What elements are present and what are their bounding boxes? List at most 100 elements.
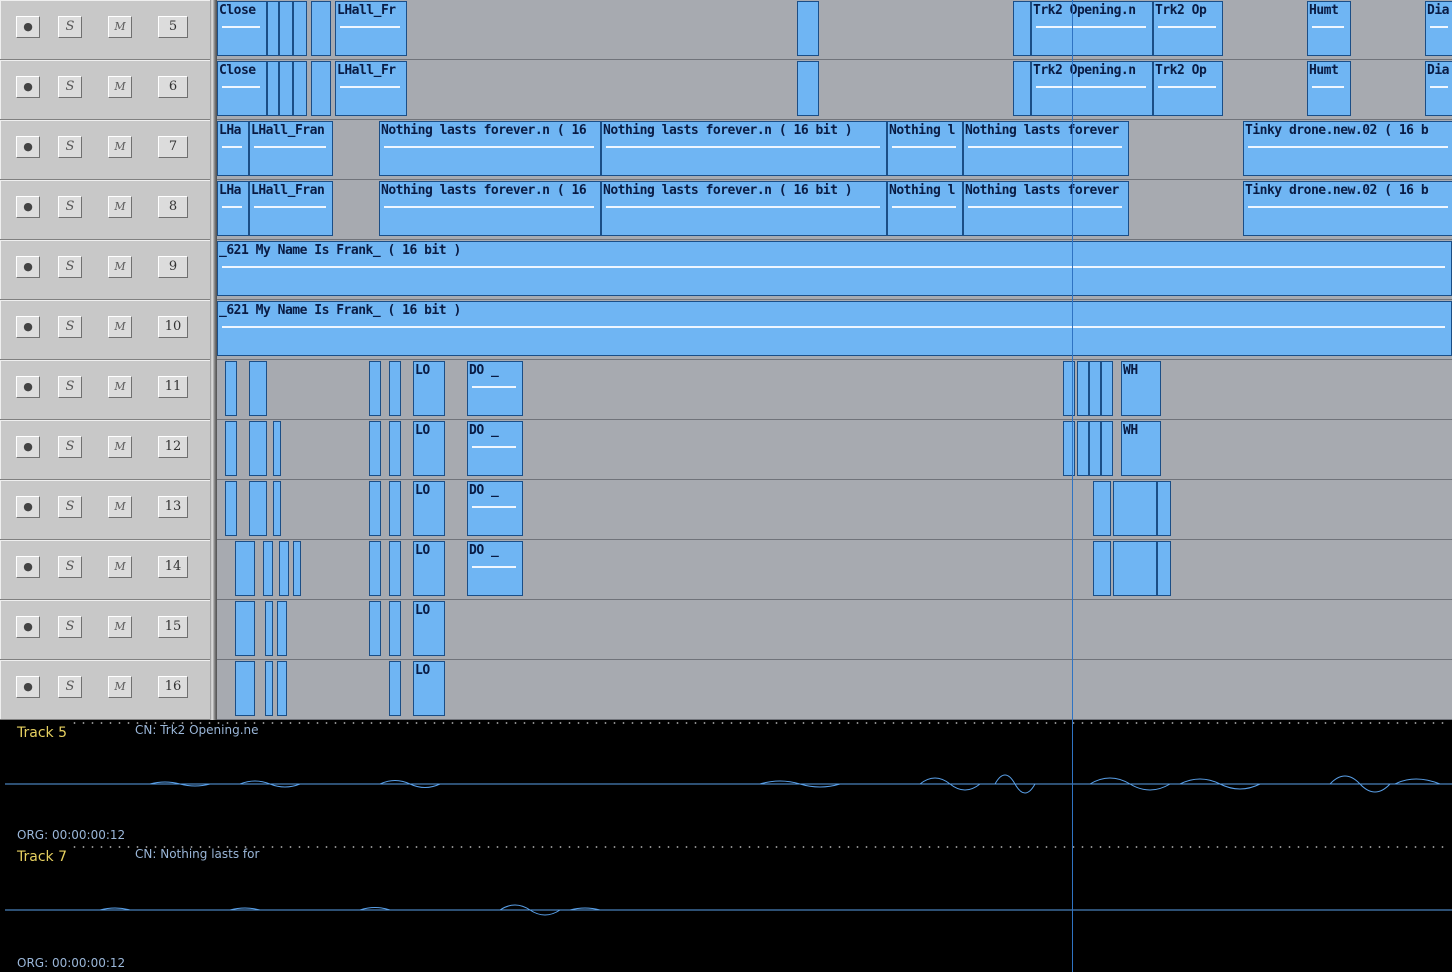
audio-clip[interactable]	[249, 421, 267, 476]
track-number[interactable]: 9	[158, 256, 188, 278]
audio-clip[interactable]: Nothing lasts forever.n ( 16	[379, 121, 601, 176]
audio-clip[interactable]	[369, 481, 381, 536]
audio-clip[interactable]	[389, 541, 401, 596]
audio-clip[interactable]: LO	[413, 541, 445, 596]
audio-clip[interactable]: DO _	[467, 361, 523, 416]
audio-clip[interactable]	[1077, 421, 1089, 476]
audio-clip[interactable]	[279, 541, 289, 596]
audio-clip[interactable]	[293, 1, 307, 56]
audio-clip[interactable]	[369, 541, 381, 596]
audio-clip[interactable]: LHa	[217, 181, 249, 236]
audio-clip[interactable]	[249, 481, 267, 536]
track-number[interactable]: 12	[158, 436, 188, 458]
audio-clip[interactable]	[1077, 361, 1089, 416]
audio-clip[interactable]: Nothing lasts forever	[963, 181, 1129, 236]
record-arm-button[interactable]: ●	[16, 376, 40, 398]
audio-clip[interactable]	[293, 61, 307, 116]
audio-clip[interactable]	[1013, 61, 1031, 116]
solo-button[interactable]: S	[58, 556, 82, 578]
track-lane[interactable]: Close LHall_Fr Trk2 Opening.n Trk2 Op Humt Di…	[217, 60, 1452, 120]
solo-button[interactable]: S	[58, 436, 82, 458]
audio-clip[interactable]	[1101, 421, 1113, 476]
audio-clip[interactable]: Nothing l	[887, 181, 963, 236]
audio-clip[interactable]: Nothing lasts forever.n ( 16 bit )	[601, 121, 887, 176]
track-number[interactable]: 11	[158, 376, 188, 398]
solo-button[interactable]: S	[58, 376, 82, 398]
audio-clip[interactable]: Trk2 Op	[1153, 61, 1223, 116]
audio-clip[interactable]: LO	[413, 481, 445, 536]
audio-clip[interactable]: Trk2 Opening.n	[1031, 1, 1153, 56]
audio-clip[interactable]	[1013, 1, 1031, 56]
mute-button[interactable]: M	[108, 76, 132, 98]
audio-clip[interactable]	[293, 541, 301, 596]
mute-button[interactable]: M	[108, 196, 132, 218]
audio-clip[interactable]	[235, 661, 255, 716]
waveform-display[interactable]	[0, 720, 1452, 844]
audio-clip[interactable]: LHall_Fr	[335, 1, 407, 56]
track-lane[interactable]: LHa LHall_Fran Nothing lasts forever.n ( 1…	[217, 180, 1452, 240]
record-arm-button[interactable]: ●	[16, 76, 40, 98]
solo-button[interactable]: S	[58, 676, 82, 698]
audio-clip[interactable]	[389, 421, 401, 476]
audio-clip[interactable]	[1063, 421, 1075, 476]
audio-clip[interactable]: Trk2 Op	[1153, 1, 1223, 56]
record-arm-button[interactable]: ●	[16, 616, 40, 638]
track-lane[interactable]: LO DO _	[217, 540, 1452, 600]
track-lane[interactable]: _621 My Name Is Frank_ ( 16 bit )	[217, 300, 1452, 360]
audio-clip[interactable]	[249, 361, 267, 416]
audio-clip[interactable]	[369, 361, 381, 416]
playhead-cursor[interactable]	[1072, 0, 1073, 972]
track-number[interactable]: 14	[158, 556, 188, 578]
record-arm-button[interactable]: ●	[16, 16, 40, 38]
audio-clip[interactable]: Humt	[1307, 1, 1351, 56]
audio-clip[interactable]	[265, 601, 273, 656]
audio-clip[interactable]	[1093, 481, 1111, 536]
mute-button[interactable]: M	[108, 616, 132, 638]
audio-clip[interactable]: LO	[413, 601, 445, 656]
audio-clip[interactable]: DO _	[467, 541, 523, 596]
audio-clip[interactable]: DO _	[467, 481, 523, 536]
audio-clip[interactable]: Tinky drone.new.02 ( 16 b	[1243, 121, 1452, 176]
audio-clip[interactable]	[311, 61, 331, 116]
audio-clip[interactable]: Humt	[1307, 61, 1351, 116]
audio-clip[interactable]	[311, 1, 331, 56]
audio-clip[interactable]	[1089, 361, 1101, 416]
audio-clip[interactable]	[1157, 481, 1171, 536]
mute-button[interactable]: M	[108, 16, 132, 38]
audio-clip[interactable]	[1101, 361, 1113, 416]
audio-clip[interactable]	[277, 601, 287, 656]
audio-clip[interactable]: WH	[1121, 361, 1161, 416]
audio-clip[interactable]	[267, 1, 279, 56]
audio-clip[interactable]	[235, 541, 255, 596]
audio-clip[interactable]	[1093, 541, 1111, 596]
audio-clip[interactable]	[1113, 541, 1157, 596]
audio-clip[interactable]: LHall_Fr	[335, 61, 407, 116]
track-number[interactable]: 6	[158, 76, 188, 98]
audio-clip[interactable]: Dia	[1425, 1, 1452, 56]
header-divider[interactable]	[210, 0, 217, 720]
solo-button[interactable]: S	[58, 16, 82, 38]
audio-clip[interactable]: WH	[1121, 421, 1161, 476]
solo-button[interactable]: S	[58, 256, 82, 278]
track-lane[interactable]: LO DO _	[217, 480, 1452, 540]
audio-clip[interactable]	[265, 661, 273, 716]
audio-clip[interactable]	[279, 1, 293, 56]
track-lane[interactable]: LHa LHall_Fran Nothing lasts forever.n ( 1…	[217, 120, 1452, 180]
audio-clip[interactable]: LO	[413, 661, 445, 716]
record-arm-button[interactable]: ●	[16, 676, 40, 698]
waveform-display[interactable]	[0, 844, 1452, 972]
audio-clip[interactable]: LO	[413, 361, 445, 416]
audio-clip[interactable]	[279, 61, 293, 116]
audio-clip[interactable]: Trk2 Opening.n	[1031, 61, 1153, 116]
record-arm-button[interactable]: ●	[16, 256, 40, 278]
track-number[interactable]: 15	[158, 616, 188, 638]
mute-button[interactable]: M	[108, 676, 132, 698]
audio-clip[interactable]: LHall_Fran	[249, 181, 333, 236]
track-number[interactable]: 16	[158, 676, 188, 698]
audio-clip[interactable]	[1063, 361, 1075, 416]
record-arm-button[interactable]: ●	[16, 436, 40, 458]
solo-button[interactable]: S	[58, 616, 82, 638]
track-lane[interactable]: Close LHall_Fr Trk2 Opening.n Trk2 Op Humt Di…	[217, 0, 1452, 60]
audio-clip[interactable]: Close	[217, 1, 267, 56]
audio-clip[interactable]	[225, 421, 237, 476]
